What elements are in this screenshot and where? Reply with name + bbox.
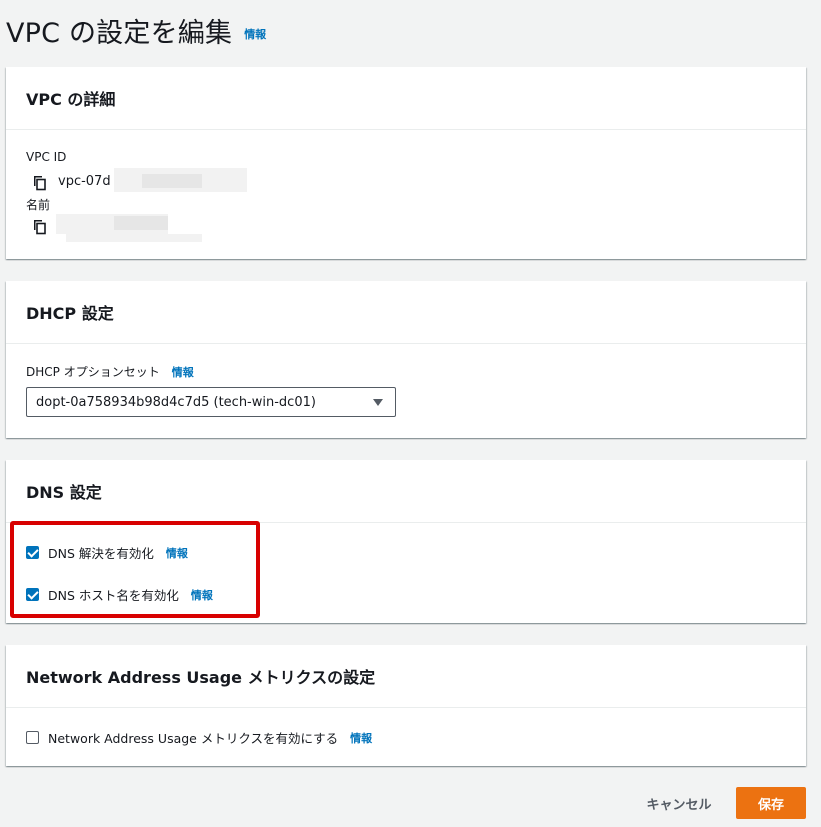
dns-resolution-checkbox[interactable] — [26, 546, 39, 559]
dns-settings-title: DNS 設定 — [6, 460, 806, 523]
vpc-id-label: VPC ID — [26, 150, 67, 164]
dns-resolution-row: DNS 解決を有効化 情報 — [26, 543, 188, 562]
vpc-details-panel: VPC の詳細 VPC ID vpc-07d 名前 — [6, 67, 806, 259]
redacted-vpc-id-part — [142, 174, 202, 188]
caret-down-icon — [373, 399, 383, 406]
page-title: VPC の設定を編集 — [6, 17, 233, 49]
dns-resolution-label: DNS 解決を有効化 — [48, 546, 154, 561]
dhcp-option-set-label: DHCP オプションセット — [26, 365, 160, 379]
dhcp-option-set-label-row: DHCP オプションセット 情報 — [26, 363, 194, 380]
nau-info-link[interactable]: 情報 — [350, 730, 372, 746]
redacted-name-tail — [66, 234, 202, 242]
dhcp-settings-title: DHCP 設定 — [6, 281, 806, 344]
name-label: 名前 — [26, 198, 51, 212]
dns-hostnames-checkbox[interactable] — [26, 588, 39, 601]
dhcp-settings-panel: DHCP 設定 DHCP オプションセット 情報 dopt-0a758934b9… — [6, 281, 806, 438]
dns-resolution-info-link[interactable]: 情報 — [166, 545, 188, 561]
copy-vpc-id-icon[interactable] — [29, 174, 47, 192]
nau-checkbox-label: Network Address Usage メトリクスを有効にする — [48, 731, 339, 746]
page-header: VPC の設定を編集 情報 — [6, 8, 266, 52]
nau-checkbox[interactable] — [26, 731, 39, 744]
dhcp-info-link[interactable]: 情報 — [172, 364, 194, 380]
vpc-details-title: VPC の詳細 — [6, 67, 806, 130]
redacted-name-part — [114, 216, 168, 230]
vpc-id-value: vpc-07d — [58, 174, 111, 189]
nau-settings-panel: Network Address Usage メトリクスの設定 Network A… — [6, 645, 806, 766]
dhcp-option-set-select[interactable]: dopt-0a758934b98d4c7d5 (tech-win-dc01) — [26, 387, 396, 417]
dns-hostnames-row: DNS ホスト名を有効化 情報 — [26, 585, 213, 604]
dhcp-selected-value: dopt-0a758934b98d4c7d5 (tech-win-dc01) — [36, 394, 316, 410]
copy-name-icon[interactable] — [29, 218, 47, 236]
dns-hostnames-info-link[interactable]: 情報 — [191, 587, 213, 603]
save-button[interactable]: 保存 — [736, 787, 806, 819]
dns-settings-panel: DNS 設定 DNS 解決を有効化 情報 DNS ホスト名を有効化 情報 — [6, 460, 806, 623]
nau-settings-title: Network Address Usage メトリクスの設定 — [6, 645, 806, 708]
nau-row: Network Address Usage メトリクスを有効にする 情報 — [26, 728, 372, 747]
dns-hostnames-label: DNS ホスト名を有効化 — [48, 588, 179, 603]
page-info-link[interactable]: 情報 — [244, 26, 266, 42]
cancel-button[interactable]: キャンセル — [636, 787, 722, 819]
